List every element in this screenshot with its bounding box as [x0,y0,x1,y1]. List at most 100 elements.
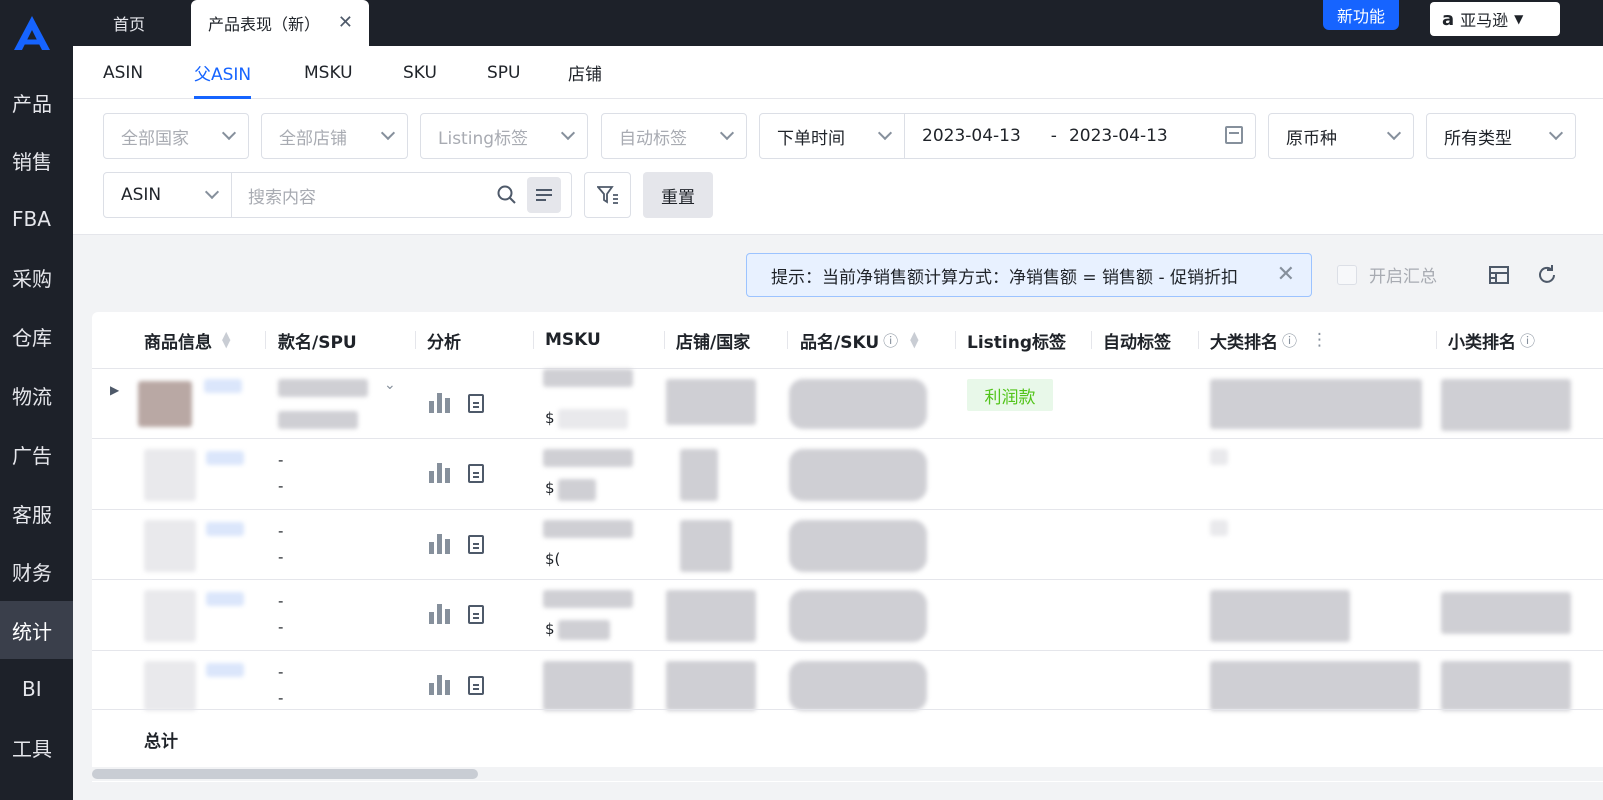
table-row[interactable]: - - $( [92,509,1603,580]
close-icon[interactable]: ✕ [338,12,353,33]
table-row[interactable]: - - $ [92,579,1603,650]
sidebar-item-logistics[interactable]: 物流 [0,366,73,424]
asin-link[interactable] [206,522,244,536]
chart-icon[interactable] [429,675,450,695]
sidebar-item-label: BI [22,677,42,701]
product-image [144,449,196,501]
sidebar-item-purchase[interactable]: 采购 [0,248,73,306]
chart-icon[interactable] [429,393,450,413]
product-image [144,661,196,711]
sidebar-item-ads[interactable]: 广告 [0,425,73,483]
search-icon[interactable] [497,185,517,205]
auto-tag-select[interactable]: 自动标签 [601,113,747,159]
masked-text [1210,661,1420,711]
select-value: 全部店铺 [279,128,347,149]
sidebar: 产品 销售 FBA 采购 仓库 物流 广告 客服 财务 统计 BI 工具 [0,0,73,800]
summary-checkbox[interactable] [1337,264,1357,285]
document-icon[interactable] [468,394,484,413]
type-select[interactable]: 所有类型 [1426,113,1576,159]
column-header-subcategory-rank[interactable]: 小类排名 ⓘ [1448,312,1535,368]
table-row[interactable]: ▶ ⌄ $ 利润款 [92,368,1603,439]
info-icon[interactable]: ⓘ [883,330,898,351]
sort-icon[interactable]: ▲ ▼ [910,330,918,349]
asin-link[interactable] [204,379,242,393]
horizontal-scrollbar[interactable] [92,767,1603,781]
close-icon[interactable]: ✕ [1277,262,1295,287]
chart-icon[interactable] [429,463,450,483]
currency-select[interactable]: 原币种 [1268,113,1414,159]
expand-icon[interactable]: ▶ [110,383,119,397]
info-icon[interactable]: ⓘ [1282,330,1297,351]
app-logo-icon[interactable] [10,12,54,52]
column-settings-icon[interactable] [1488,264,1510,286]
column-label: 小类排名 [1448,332,1516,353]
new-feature-button[interactable]: 新功能 [1323,0,1399,30]
chevron-down-icon [560,125,576,141]
subtab-asin[interactable]: ASIN [103,46,143,99]
shop-select[interactable]: 全部店铺 [261,113,408,159]
sidebar-item-finance[interactable]: 财务 [0,542,73,600]
sidebar-item-fba[interactable]: FBA [0,190,73,248]
table-row[interactable]: - - $ [92,438,1603,509]
asin-link[interactable] [206,663,244,677]
column-header-product-info[interactable]: 商品信息 ▲ ▼ [144,312,230,368]
document-icon[interactable] [468,676,484,695]
info-icon[interactable]: ⓘ [1520,330,1535,351]
multi-line-search-button[interactable] [527,177,561,213]
time-type-select[interactable]: 下单时间 [759,113,905,159]
document-icon[interactable] [468,464,484,483]
summary-toggle[interactable]: 开启汇总 [1337,262,1437,287]
document-icon[interactable] [468,535,484,554]
listing-tag-select[interactable]: Listing标签 [420,113,588,159]
chevron-down-icon [380,125,396,141]
select-value: 全部国家 [121,128,189,149]
column-header-analysis: 分析 [427,332,461,353]
sidebar-item-statistics[interactable]: 统计 [0,601,73,659]
sidebar-item-service[interactable]: 客服 [0,484,73,542]
asin-link[interactable] [206,451,244,465]
subtab-msku[interactable]: MSKU [304,46,353,99]
masked-text [666,379,756,425]
masked-text [543,449,633,467]
chart-icon[interactable] [429,534,450,554]
filter-panel: 全部国家 全部店铺 Listing标签 自动标签 下单时间 2023-04-13… [73,99,1603,235]
chart-icon[interactable] [429,604,450,624]
select-value: 自动标签 [619,128,687,149]
sidebar-item-product[interactable]: 产品 [0,73,73,131]
hint-banner: 提示：当前净销售额计算方式：净销售额 = 销售额 - 促销折扣 ✕ [746,253,1312,297]
masked-text [789,449,927,501]
tab-home[interactable]: 首页 [113,0,145,46]
country-select[interactable]: 全部国家 [103,113,249,159]
advanced-filter-button[interactable] [584,172,631,218]
sidebar-item-bi[interactable]: BI [0,660,73,718]
document-icon[interactable] [468,605,484,624]
subtab-shop[interactable]: 店铺 [568,46,602,99]
column-header-category-rank[interactable]: 大类排名 ⓘ ⋮ [1210,312,1328,368]
tab-product-performance[interactable]: 产品表现（新） ✕ [191,0,369,46]
masked-text [543,520,633,538]
sidebar-item-sales[interactable]: 销售 [0,131,73,189]
date-range-picker[interactable]: 2023-04-13 - 2023-04-13 [904,113,1256,159]
sidebar-item-tools[interactable]: 工具 [0,718,73,776]
subtab-spu[interactable]: SPU [487,46,521,99]
chevron-down-icon[interactable]: ⌄ [384,377,396,393]
reset-button[interactable]: 重置 [643,172,713,218]
refresh-icon[interactable] [1536,264,1558,286]
sidebar-item-warehouse[interactable]: 仓库 [0,307,73,365]
subtab-sku[interactable]: SKU [403,46,437,99]
search-field-select[interactable]: ASIN [103,172,232,218]
column-label: 商品信息 [144,332,212,353]
asin-link[interactable] [206,592,244,606]
sort-icon[interactable]: ▲ ▼ [222,330,230,349]
sidebar-item-label: 销售 [12,149,52,174]
sidebar-item-label: 统计 [12,619,52,644]
total-label: 总计 [144,732,178,752]
subtab-parent-asin[interactable]: 父ASIN [194,46,252,99]
scrollbar-thumb[interactable] [92,769,478,779]
search-input[interactable]: 搜索内容 [231,172,572,218]
more-icon[interactable]: ⋮ [1311,330,1328,350]
masked-text [789,379,927,429]
column-header-name-sku[interactable]: 品名/SKU ⓘ ▲ ▼ [800,312,919,368]
store-selector[interactable]: a 亚马逊 ▼ [1430,2,1560,36]
select-value: 原币种 [1286,128,1337,149]
